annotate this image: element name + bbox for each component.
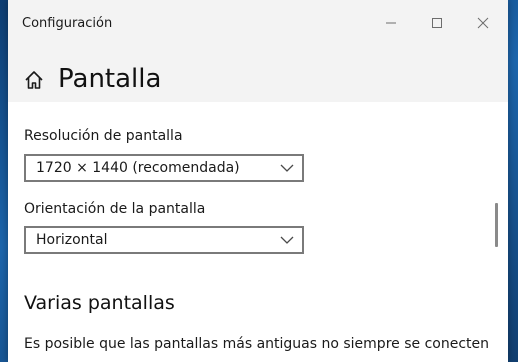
resolution-dropdown[interactable]: 1720 × 1440 (recomendada) <box>24 154 304 182</box>
minimize-icon <box>386 22 396 24</box>
maximize-icon <box>432 18 442 28</box>
orientation-value: Horizontal <box>36 232 108 248</box>
multiple-displays-title: Varias pantallas <box>24 292 175 314</box>
chevron-down-icon <box>280 236 294 244</box>
resolution-value: 1720 × 1440 (recomendada) <box>36 160 240 176</box>
home-button[interactable] <box>24 70 44 90</box>
home-icon <box>25 71 43 89</box>
orientation-dropdown[interactable]: Horizontal <box>24 226 304 254</box>
multiple-displays-description: Es posible que las pantallas más antigua… <box>24 336 489 352</box>
resolution-label: Resolución de pantalla <box>24 128 183 144</box>
close-icon <box>477 17 489 29</box>
chevron-down-icon <box>280 164 294 172</box>
maximize-button[interactable] <box>414 0 460 46</box>
scrollbar-thumb[interactable] <box>495 203 498 247</box>
settings-window: Configuración Pantalla Resolución de pan… <box>8 0 508 362</box>
page-title: Pantalla <box>58 64 162 94</box>
app-title: Configuración <box>22 16 113 31</box>
content-area: Resolución de pantalla 1720 × 1440 (reco… <box>8 102 508 362</box>
orientation-label: Orientación de la pantalla <box>24 201 206 217</box>
minimize-button[interactable] <box>368 0 414 46</box>
close-button[interactable] <box>460 0 506 46</box>
title-bar: Configuración Pantalla <box>8 0 508 102</box>
